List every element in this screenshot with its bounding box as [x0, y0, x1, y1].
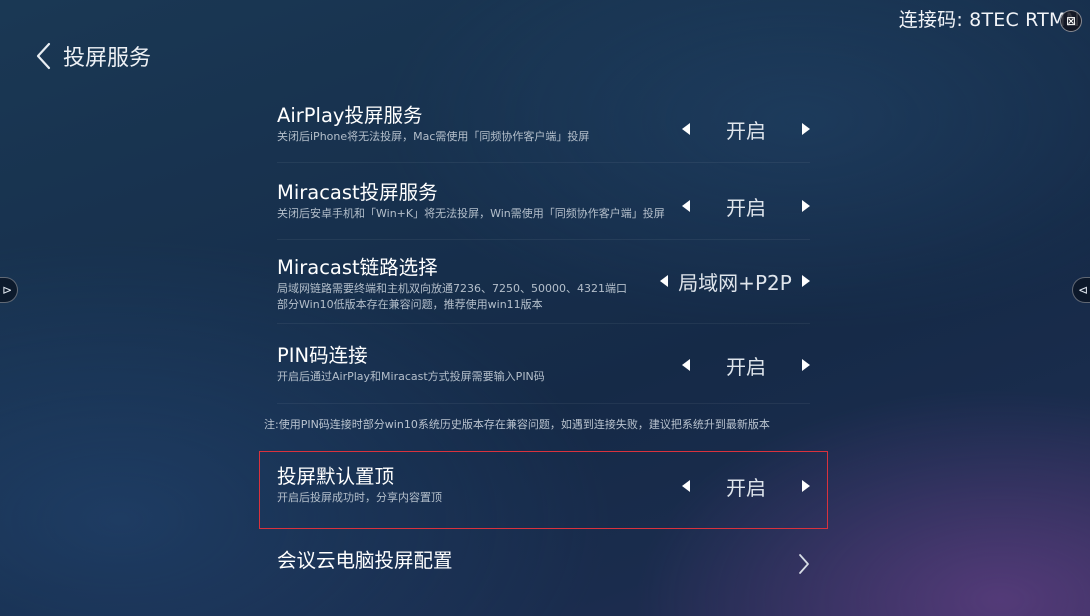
arrow-left-icon[interactable] [682, 480, 690, 492]
left-panel-handle-icon[interactable]: ⊳ [0, 277, 18, 303]
divider [277, 162, 810, 163]
arrow-left-icon[interactable] [682, 359, 690, 371]
divider [277, 323, 810, 324]
divider [277, 239, 810, 240]
right-panel-handle-icon[interactable]: ⊲ [1072, 277, 1090, 303]
selector-value: 开启 [726, 354, 766, 379]
arrow-left-icon[interactable] [682, 123, 690, 135]
selector-value: 开启 [726, 195, 766, 220]
airplay-selector[interactable]: 开启 [682, 104, 810, 154]
chevron-right-icon [798, 549, 810, 579]
arrow-right-icon[interactable] [802, 480, 810, 492]
setting-title: 会议云电脑投屏配置 [277, 549, 453, 572]
miracast-selector[interactable]: 开启 [682, 181, 810, 231]
connection-code: 连接码: 8TEC RTMN [898, 9, 1080, 31]
setting-airplay: AirPlay投屏服务 关闭后iPhone将无法投屏，Mac需使用「同频协作客户… [277, 104, 810, 154]
miracast-link-selector[interactable]: 局域网+P2P [660, 252, 810, 310]
selector-value: 开启 [726, 118, 766, 143]
compatibility-note: 注:使用PIN码连接时部分win10系统历史版本存在兼容问题，如遇到连接失败，建… [264, 418, 770, 431]
setting-miracast: Miracast投屏服务 关闭后安卓手机和「Win+K」将无法投屏，Win需使用… [277, 181, 810, 231]
pin-selector[interactable]: 开启 [682, 344, 810, 386]
divider [277, 403, 810, 404]
setting-pin-top[interactable]: 投屏默认置顶 开启后投屏成功时，分享内容置顶 开启 [277, 465, 810, 507]
arrow-left-icon[interactable] [660, 275, 668, 287]
chevron-left-icon[interactable] [34, 41, 54, 71]
setting-pin: PIN码连接 开启后通过AirPlay和Miracast方式投屏需要输入PIN码… [277, 344, 810, 386]
arrow-left-icon[interactable] [682, 200, 690, 212]
page-title: 投屏服务 [63, 46, 152, 71]
selector-value: 局域网+P2P [678, 270, 792, 295]
arrow-right-icon[interactable] [802, 200, 810, 212]
pin-top-selector[interactable]: 开启 [682, 465, 810, 507]
setting-miracast-link: Miracast链路选择 局域网链路需要终端和主机双向放通7236、7250、5… [277, 256, 810, 314]
arrow-right-icon[interactable] [802, 359, 810, 371]
arrow-right-icon[interactable] [802, 123, 810, 135]
page-header: 投屏服务 [34, 40, 151, 72]
cloud-config-link[interactable]: 会议云电脑投屏配置 [277, 549, 810, 579]
arrow-right-icon[interactable] [802, 275, 810, 287]
screenshot-close-icon[interactable]: ⊠ [1060, 10, 1082, 32]
selector-value: 开启 [726, 475, 766, 500]
